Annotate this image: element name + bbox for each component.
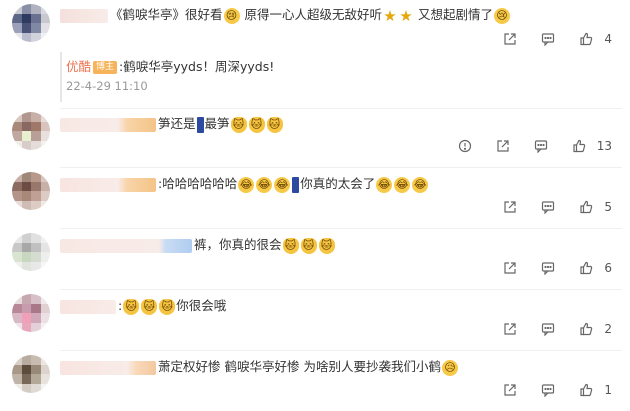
avatar[interactable] [12, 112, 50, 150]
laugh-emoji-icon: 😂 [376, 176, 393, 193]
divider [60, 167, 622, 168]
like-count: 2 [604, 322, 612, 336]
comment-item: :哈哈哈哈哈哈 😂 😂 😂 你真的太会了 😂 😂 😂 5 [0, 172, 630, 228]
avatar[interactable] [12, 4, 50, 42]
divider [60, 289, 622, 290]
share-icon[interactable] [491, 137, 515, 155]
laugh-emoji-icon: 😂 [412, 176, 429, 193]
share-icon[interactable] [498, 198, 522, 216]
comment-text: : 🐱 🐱 🐱 你很会哦 [60, 297, 226, 315]
like-icon[interactable] [574, 259, 598, 277]
avatar[interactable] [12, 233, 50, 271]
cat-emoji-icon: 🐱 [230, 116, 247, 133]
divider [60, 228, 622, 229]
comment-text: 萧定权好惨 鹤唳华亭好惨 为啥别人要抄袭我们小鹤 😥 [60, 358, 459, 376]
cat-emoji-icon: 🐱 [266, 116, 283, 133]
cat-emoji-icon: 🐱 [282, 237, 299, 254]
like-icon[interactable] [574, 381, 598, 399]
like-count: 6 [604, 261, 612, 275]
username-blurred[interactable] [60, 117, 156, 132]
username-blurred[interactable] [60, 177, 156, 192]
comment-icon[interactable] [536, 30, 560, 48]
comment-icon[interactable] [536, 198, 560, 216]
reply-timestamp: 22-4-29 11:10 [66, 79, 148, 93]
report-icon[interactable] [453, 137, 477, 155]
cry-emoji-icon: 😢 [494, 7, 511, 24]
username-blurred[interactable] [60, 360, 156, 375]
comment-text: 笋还是 最笋 🐱 🐱 🐱 [60, 115, 284, 133]
username-blurred[interactable] [60, 238, 192, 253]
cat-emoji-icon: 🐱 [141, 298, 158, 315]
share-icon[interactable] [498, 320, 522, 338]
star-icon: ★ [399, 6, 413, 25]
comment-actions: 2 [484, 320, 612, 338]
comment-item: 萧定权好惨 鹤唳华亭好惨 为啥别人要抄袭我们小鹤 😥 1 [0, 355, 630, 411]
laugh-emoji-icon: 😂 [274, 176, 291, 193]
reply-username[interactable]: 优酷 [66, 59, 91, 74]
reply-box: 优酷 博主:鹤唳华亭yyds！周深yyds! 22-4-29 11:10 [60, 52, 622, 102]
avatar[interactable] [12, 172, 50, 210]
comment-text: 《鹤唳华亭》很好看 😢 原得一心人超级无敌好听★ ★ 又想起剧情了 😢 [60, 6, 511, 24]
comment-item: 笋还是 最笋 🐱 🐱 🐱 13 [0, 112, 630, 168]
laugh-emoji-icon: 😂 [256, 176, 273, 193]
comment-icon[interactable] [536, 320, 560, 338]
cat-emoji-icon: 🐱 [123, 298, 140, 315]
share-icon[interactable] [498, 381, 522, 399]
like-count: 4 [604, 32, 612, 46]
cry-emoji-icon: 😢 [223, 7, 240, 24]
laugh-emoji-icon: 😂 [238, 176, 255, 193]
blogger-badge: 博主 [93, 61, 118, 74]
like-icon[interactable] [574, 198, 598, 216]
comment-item: 裤，你真的很会 🐱 🐱 🐱 6 [0, 233, 630, 289]
reply-text: 优酷 博主:鹤唳华亭yyds！周深yyds! [66, 59, 275, 74]
comment-actions: 1 [484, 381, 612, 399]
comment-icon[interactable] [529, 137, 553, 155]
comment-icon[interactable] [536, 259, 560, 277]
divider [60, 108, 622, 109]
like-icon[interactable] [567, 137, 591, 155]
avatar[interactable] [12, 355, 50, 393]
laugh-emoji-icon: 😂 [394, 176, 411, 193]
share-icon[interactable] [498, 259, 522, 277]
like-count: 5 [604, 200, 612, 214]
blue-block-icon [196, 116, 204, 133]
like-count: 13 [596, 139, 612, 153]
share-icon[interactable] [498, 30, 522, 48]
comment-actions: 13 [439, 137, 612, 155]
like-icon[interactable] [574, 30, 598, 48]
divider [60, 350, 622, 351]
cat-emoji-icon: 🐱 [159, 298, 176, 315]
comment-text: 裤，你真的很会 🐱 🐱 🐱 [60, 236, 336, 254]
comment-text: :哈哈哈哈哈哈 😂 😂 😂 你真的太会了 😂 😂 😂 [60, 175, 429, 193]
comment-actions: 4 [484, 30, 612, 48]
comment-item: : 🐱 🐱 🐱 你很会哦 2 [0, 294, 630, 350]
avatar[interactable] [12, 294, 50, 332]
username-blurred[interactable] [60, 299, 116, 314]
cat-emoji-icon: 🐱 [300, 237, 317, 254]
like-count: 1 [604, 383, 612, 397]
sad-emoji-icon: 😥 [441, 359, 458, 376]
comment-actions: 5 [484, 198, 612, 216]
username-blurred[interactable] [60, 8, 108, 23]
star-icon: ★ [383, 6, 397, 25]
cat-emoji-icon: 🐱 [248, 116, 265, 133]
cat-emoji-icon: 🐱 [318, 237, 335, 254]
blue-block-icon [292, 176, 300, 193]
like-icon[interactable] [574, 320, 598, 338]
comment-actions: 6 [484, 259, 612, 277]
comment-icon[interactable] [536, 381, 560, 399]
